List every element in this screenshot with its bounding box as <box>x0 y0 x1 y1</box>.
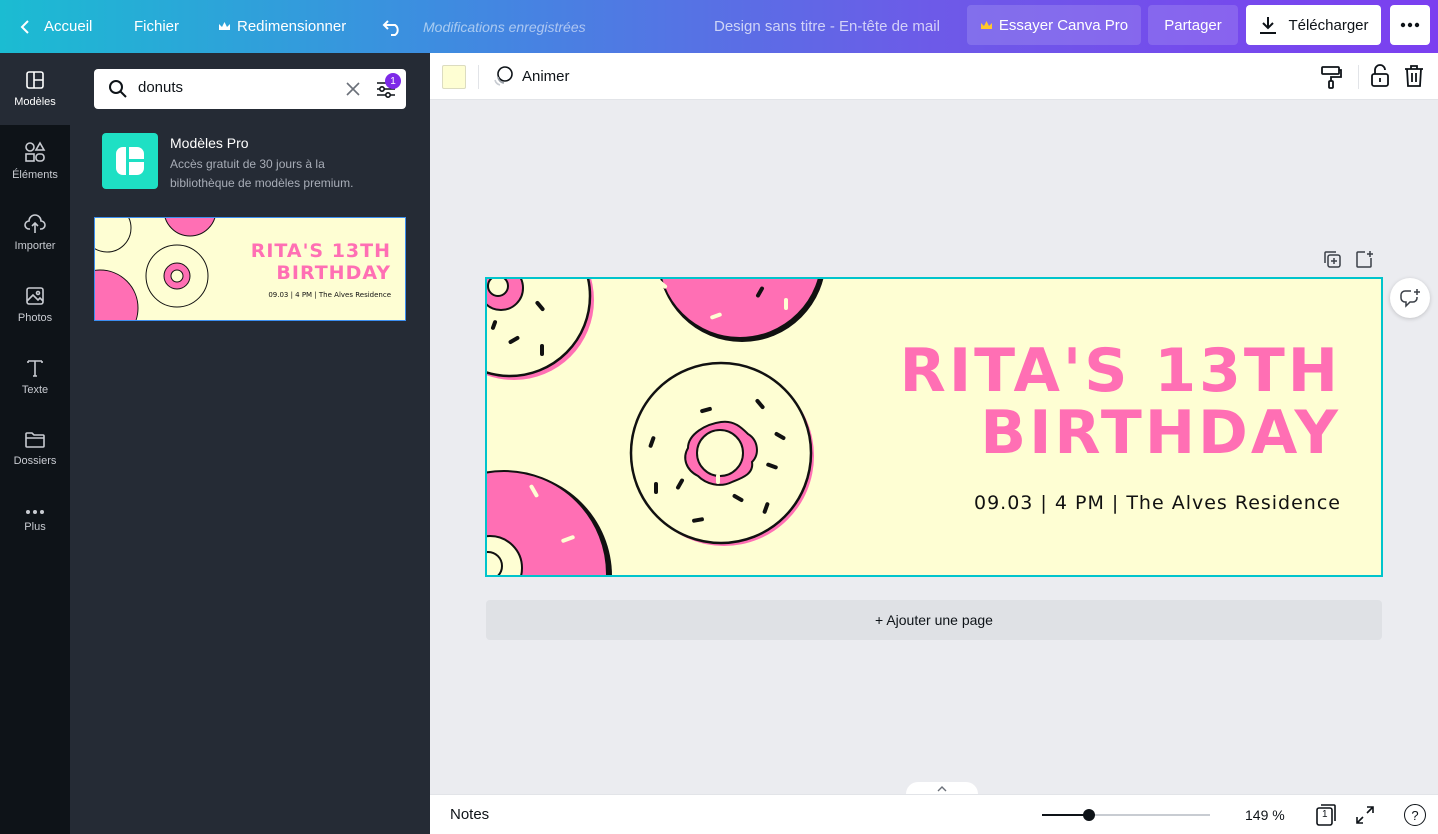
rail-item-templates[interactable]: Modèles <box>0 53 70 125</box>
chevron-left-icon <box>20 19 29 34</box>
templates-panel: 1 Modèles Pro Accès gratuit de 30 jours … <box>70 53 430 834</box>
text-icon <box>27 360 43 377</box>
filter-count-badge: 1 <box>385 73 401 89</box>
toolbar-divider <box>1358 65 1359 89</box>
trash-icon[interactable] <box>1404 65 1424 87</box>
animate-icon <box>494 66 513 86</box>
rail-label: Importer <box>14 240 56 252</box>
file-label: Fichier <box>134 18 180 35</box>
try-pro-button[interactable]: Essayer Canva Pro <box>967 5 1141 45</box>
pro-templates-logo <box>102 133 158 189</box>
pro-templates-title: Modèles Pro <box>170 135 249 151</box>
rail-item-upload[interactable]: Importer <box>0 197 70 269</box>
rail-item-elements[interactable]: Éléments <box>0 125 70 197</box>
elements-icon <box>25 141 46 162</box>
background-color-swatch[interactable] <box>442 65 466 89</box>
undo-button[interactable] <box>382 0 404 53</box>
rail-label: Texte <box>21 384 49 396</box>
resize-button[interactable]: Redimensionner <box>218 0 346 53</box>
design-title-line2: BIRTHDAY <box>980 398 1341 468</box>
animate-button[interactable]: Animer <box>492 65 570 87</box>
zoom-slider[interactable] <box>1042 809 1210 821</box>
home-label: Accueil <box>44 18 93 35</box>
folder-icon <box>25 432 45 448</box>
crown-icon <box>980 20 992 29</box>
rail-label: Dossiers <box>13 455 57 467</box>
thumb-title-line1: RITA'S 13TH <box>250 240 391 262</box>
templates-icon <box>116 145 146 177</box>
pro-templates-description: Accès gratuit de 30 jours à la bibliothè… <box>170 157 354 190</box>
help-button[interactable]: ? <box>1404 804 1426 826</box>
zoom-level[interactable]: 149 % <box>1245 807 1285 823</box>
add-comment-button[interactable] <box>1390 278 1430 318</box>
search-box: 1 <box>94 69 406 109</box>
download-label: Télécharger <box>1288 16 1369 34</box>
page-count-button[interactable]: 1 <box>1315 804 1337 831</box>
editor-toolbar: Animer <box>430 53 1438 100</box>
share-button[interactable]: Partager <box>1148 5 1238 45</box>
save-status: Modifications enregistrées <box>423 18 586 35</box>
upload-icon <box>24 214 46 233</box>
thumb-title: RITA'S 13TH BIRTHDAY <box>251 240 391 284</box>
rail-label: Éléments <box>12 169 58 181</box>
toolbar-divider <box>478 65 479 89</box>
search-icon <box>109 80 127 98</box>
file-menu[interactable]: Fichier <box>134 0 179 53</box>
paint-format-icon[interactable] <box>1320 65 1342 89</box>
photos-icon <box>26 287 44 305</box>
download-icon <box>1260 17 1277 34</box>
crown-icon <box>219 22 230 30</box>
thumb-details: 09.03 | 4 PM | The Alves Residence <box>268 291 391 299</box>
design-title[interactable]: RITA'S 13TH BIRTHDAY <box>900 340 1341 464</box>
design-title-line1: RITA'S 13TH <box>899 336 1341 406</box>
chevron-up-icon <box>937 786 947 792</box>
design-details[interactable]: 09.03 | 4 PM | The Alves Residence <box>974 492 1341 514</box>
rail-item-text[interactable]: Texte <box>0 341 70 413</box>
unlock-icon[interactable] <box>1370 64 1390 88</box>
zoom-slider-knob[interactable] <box>1083 809 1096 821</box>
duplicate-page-icon[interactable] <box>1323 250 1341 268</box>
document-title[interactable]: Design sans titre - En-tête de mail <box>714 0 940 53</box>
add-page-button[interactable]: + Ajouter une page <box>486 600 1382 640</box>
rail-item-more[interactable]: Plus <box>0 485 70 557</box>
fullscreen-icon[interactable] <box>1356 806 1374 824</box>
home-button[interactable]: Accueil <box>20 0 92 53</box>
more-dots-icon <box>1400 22 1420 28</box>
add-page-icon[interactable] <box>1355 250 1373 268</box>
rail-label: Photos <box>17 312 53 324</box>
rail-label: Plus <box>24 521 46 533</box>
thumb-title-line2: BIRTHDAY <box>276 262 391 284</box>
resize-label: Redimensionner <box>237 18 347 35</box>
try-pro-label: Essayer Canva Pro <box>998 16 1129 34</box>
left-rail: Modèles Éléments Importer Photos Texte D… <box>0 53 70 834</box>
rail-item-folders[interactable]: Dossiers <box>0 413 70 485</box>
bottom-bar: Notes 149 % 1 ? <box>430 794 1438 834</box>
templates-icon <box>26 71 44 89</box>
comment-icon <box>1400 289 1420 308</box>
animate-label: Animer <box>522 67 570 85</box>
top-bar: Accueil Fichier Redimensionner Modificat… <box>0 0 1438 53</box>
page-count: 1 <box>1322 809 1328 820</box>
notes-button[interactable]: Notes <box>450 806 489 823</box>
undo-icon <box>382 19 399 36</box>
rail-item-photos[interactable]: Photos <box>0 269 70 341</box>
design-page[interactable]: RITA'S 13TH BIRTHDAY 09.03 | 4 PM | The … <box>486 278 1381 576</box>
search-input[interactable] <box>138 79 338 96</box>
page-actions <box>1323 250 1373 268</box>
rail-label: Modèles <box>14 96 56 108</box>
more-options-button[interactable] <box>1390 5 1430 45</box>
more-dots-icon <box>26 510 44 514</box>
clear-icon[interactable] <box>346 82 360 96</box>
zoom-slider-fill <box>1042 814 1090 816</box>
download-button[interactable]: Télécharger <box>1246 5 1381 45</box>
template-thumbnail[interactable]: RITA'S 13TH BIRTHDAY 09.03 | 4 PM | The … <box>94 217 406 321</box>
pro-templates-card[interactable]: Modèles Pro Accès gratuit de 30 jours à … <box>102 133 402 193</box>
